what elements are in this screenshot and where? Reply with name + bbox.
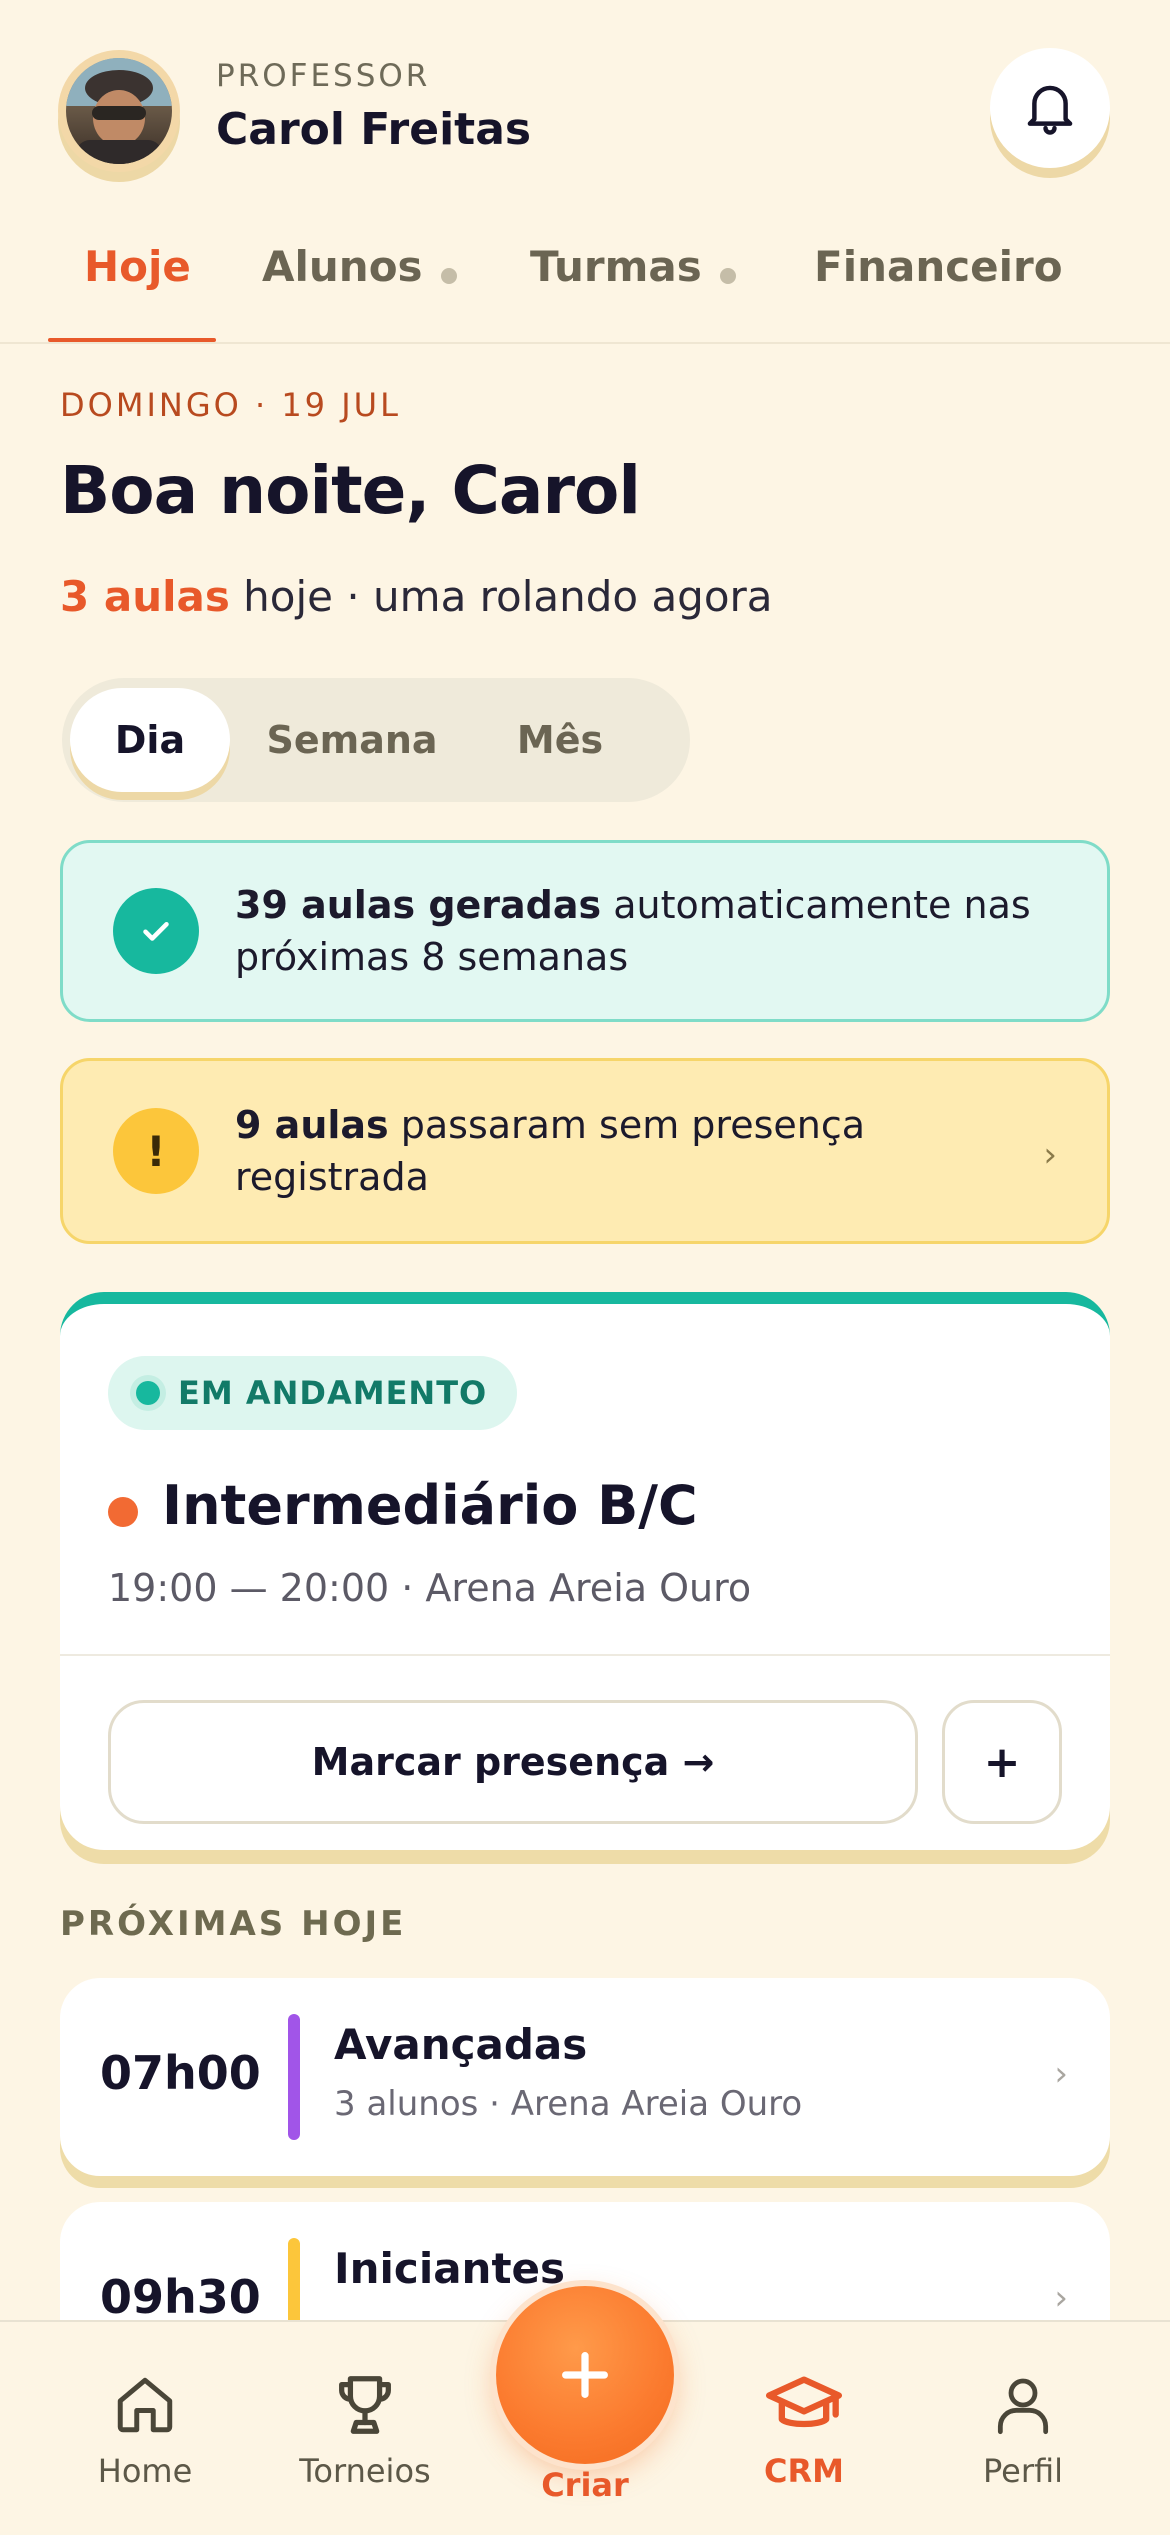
- class-color-bar: [288, 2014, 300, 2140]
- tab-financeiro[interactable]: Financeiro: [814, 236, 1063, 340]
- live-class-card: EM ANDAMENTO Intermediário B/C 19:00 — 2…: [60, 1292, 1110, 1850]
- summary-highlight: 3 aulas: [60, 572, 230, 621]
- create-fab-button[interactable]: [496, 2286, 674, 2464]
- range-option-mes[interactable]: Mês: [470, 688, 650, 792]
- missing-attendance-banner[interactable]: ! 9 aulas passaram sem presença registra…: [60, 1058, 1110, 1244]
- class-title: Intermediário B/C: [162, 1474, 698, 1537]
- chevron-right-icon: ›: [1054, 2278, 1068, 2318]
- tab-label: Alunos: [262, 242, 423, 291]
- fab-label: Criar: [541, 2466, 629, 2504]
- live-dot-icon: [136, 1381, 160, 1405]
- tab-indicator-dot: [719, 268, 736, 284]
- plus-icon: [562, 2352, 608, 2398]
- range-option-semana[interactable]: Semana: [242, 688, 462, 792]
- date-label: DOMINGO · 19 JUL: [60, 386, 401, 424]
- day-summary: 3 aulas hoje · uma rolando agora: [60, 572, 773, 621]
- app-screen: PROFESSOR Carol Freitas Hoje Alunos Turm…: [0, 0, 1170, 2535]
- nav-home[interactable]: Home: [55, 2322, 235, 2535]
- header: PROFESSOR Carol Freitas: [0, 0, 1170, 190]
- status-badge: EM ANDAMENTO: [108, 1356, 518, 1430]
- banner-message: 9 aulas passaram sem presença registrada: [235, 1099, 1015, 1203]
- nav-label: Home: [97, 2452, 193, 2490]
- range-switch: Dia Semana Mês: [62, 678, 690, 802]
- check-icon: [113, 888, 199, 974]
- class-title: Iniciantes: [334, 2244, 566, 2293]
- class-meta: 3 alunos · Arena Areia Ouro: [334, 2084, 803, 2124]
- range-option-dia[interactable]: Dia: [70, 688, 230, 792]
- notifications-button[interactable]: [990, 48, 1110, 168]
- class-title: Avançadas: [334, 2020, 588, 2069]
- home-icon: [112, 2368, 178, 2442]
- exclamation-icon: !: [113, 1108, 199, 1194]
- greeting-title: Boa noite, Carol: [60, 452, 641, 529]
- active-tab-underline: [48, 338, 216, 342]
- chevron-right-icon: ›: [1054, 2054, 1068, 2094]
- chevron-right-icon: ›: [1043, 1135, 1057, 1175]
- class-color-dot: [108, 1497, 138, 1527]
- nav-label: CRM: [764, 2452, 844, 2490]
- bell-icon: [1027, 85, 1073, 135]
- summary-text: hoje · uma rolando agora: [229, 572, 773, 621]
- tab-bar: Hoje Alunos Turmas Financeiro: [0, 236, 1170, 344]
- tab-label: Financeiro: [814, 242, 1063, 291]
- section-title: PRÓXIMAS HOJE: [60, 1904, 407, 1944]
- class-time: 07h00: [100, 2046, 261, 2100]
- mark-attendance-button[interactable]: Marcar presença →: [108, 1700, 918, 1824]
- nav-perfil[interactable]: Perfil: [933, 2322, 1113, 2535]
- nav-torneios[interactable]: Torneios: [275, 2322, 455, 2535]
- nav-label: Torneios: [299, 2452, 431, 2490]
- graduation-cap-icon: [766, 2368, 842, 2442]
- banner-message: 39 aulas geradas automaticamente nas pró…: [235, 879, 1055, 983]
- tab-alunos[interactable]: Alunos: [262, 236, 457, 340]
- person-icon: [991, 2368, 1055, 2442]
- tab-turmas[interactable]: Turmas: [530, 236, 736, 340]
- tab-hoje[interactable]: Hoje: [84, 236, 191, 340]
- status-badge-label: EM ANDAMENTO: [178, 1374, 488, 1412]
- role-label: PROFESSOR: [216, 58, 431, 94]
- divider: [60, 1654, 1110, 1656]
- add-button[interactable]: +: [942, 1700, 1062, 1824]
- generated-classes-banner: 39 aulas geradas automaticamente nas pró…: [60, 840, 1110, 1022]
- tab-indicator-dot: [440, 268, 457, 284]
- class-meta: 19:00 — 20:00 · Arena Areia Ouro: [108, 1566, 752, 1610]
- trophy-icon: [330, 2368, 400, 2442]
- tab-label: Hoje: [84, 242, 191, 291]
- nav-crm[interactable]: CRM: [714, 2322, 894, 2535]
- nav-label: Perfil: [982, 2452, 1064, 2490]
- list-item[interactable]: 07h00 Avançadas 3 alunos · Arena Areia O…: [60, 1978, 1110, 2176]
- banner-bold-text: 9 aulas: [235, 1103, 389, 1147]
- avatar[interactable]: [58, 50, 180, 172]
- tab-label: Turmas: [530, 242, 702, 291]
- banner-bold-text: 39 aulas geradas: [235, 883, 602, 927]
- class-time: 09h30: [100, 2270, 261, 2324]
- avatar-photo: [66, 58, 172, 164]
- user-name: Carol Freitas: [216, 104, 532, 155]
